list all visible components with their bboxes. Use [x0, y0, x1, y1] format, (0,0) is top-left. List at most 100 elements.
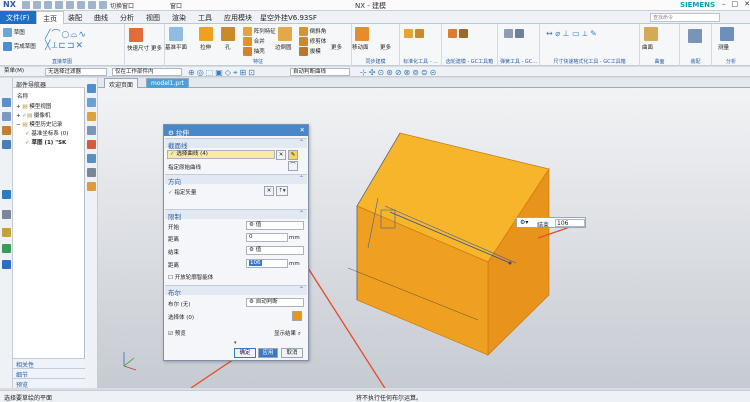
cut-icon[interactable]: [55, 1, 63, 9]
drag-handle[interactable]: [508, 261, 512, 265]
hole-button[interactable]: [221, 27, 235, 41]
view-orient-icon[interactable]: [87, 84, 96, 93]
tab-view[interactable]: 视图: [140, 11, 166, 24]
specify-vector-row[interactable]: ✓ 指定矢量: [168, 188, 196, 196]
roles-icon[interactable]: [2, 260, 11, 269]
section-section[interactable]: 截面线 ⌃: [165, 138, 307, 150]
tree-item-datum-csys[interactable]: ✓ 基准坐标系 (0): [25, 129, 68, 137]
section-limits[interactable]: 限制 ⌃: [165, 209, 307, 221]
touch-icon[interactable]: [99, 1, 107, 9]
color-icon[interactable]: [87, 182, 96, 191]
collapse-icon[interactable]: ⌃: [299, 286, 304, 293]
start-distance-input[interactable]: 0: [246, 233, 288, 242]
show-result-button[interactable]: 显示结果 ⌕: [274, 329, 301, 338]
part-navigator-icon[interactable]: [2, 98, 11, 107]
clip-icon[interactable]: [87, 140, 96, 149]
preview-checkbox[interactable]: ☑ 预览: [168, 329, 186, 337]
copy-icon[interactable]: [66, 1, 74, 9]
render-style-icon[interactable]: [87, 112, 96, 121]
column-header-name[interactable]: 名称: [17, 92, 28, 100]
apply-button[interactable]: 应用: [258, 348, 278, 358]
collapse-icon[interactable]: ⌃: [299, 175, 304, 182]
switch-window-button[interactable]: 切换窗口: [110, 1, 134, 10]
shell-button[interactable]: 抽壳: [243, 47, 265, 56]
trim-body-button[interactable]: 修剪体: [299, 37, 326, 46]
start-distance-unit[interactable]: mm: [289, 235, 300, 241]
assembly-icon[interactable]: [688, 29, 702, 43]
chamfer-button[interactable]: 倒斜角: [299, 27, 326, 36]
tree-item-model-views[interactable]: + ▤ 模型视图: [16, 102, 51, 110]
sketch-curve-tools[interactable]: ╱⌒○⌓∿: [45, 27, 87, 40]
close-icon[interactable]: ✕: [744, 0, 750, 8]
origin-curve-icon[interactable]: ⌒: [288, 161, 298, 171]
repeat-icon[interactable]: [88, 1, 96, 9]
dialog-close-icon[interactable]: ✕: [300, 126, 305, 134]
tree-item-cameras[interactable]: + ✓▤ 摄像机: [16, 111, 50, 119]
scope-select[interactable]: 仅在工作部件内: [112, 68, 182, 76]
section-direction[interactable]: 方向 ⌃: [165, 174, 307, 186]
save-icon[interactable]: [22, 1, 30, 9]
unite-button[interactable]: 合并: [243, 37, 265, 46]
dimension-format-tools[interactable]: ↔ ⌀ ⊥ ▭ ⟂ ✎: [546, 29, 597, 39]
tab-curve[interactable]: 曲线: [88, 11, 114, 24]
menu-button[interactable]: 菜单(M): [2, 68, 40, 76]
tab-applications[interactable]: 应用模块: [218, 11, 258, 24]
boolean-select[interactable]: ⚙ 自动判断: [246, 298, 304, 307]
sync-more-button[interactable]: 更多: [380, 43, 391, 51]
tab-model1[interactable]: model1.prt: [146, 78, 190, 88]
redo-icon[interactable]: [44, 1, 52, 9]
web-browser-icon[interactable]: [2, 190, 11, 199]
collapse-icon[interactable]: ⌃: [299, 210, 304, 217]
layer-icon[interactable]: [87, 168, 96, 177]
section-boolean[interactable]: 布尔 ⌃: [165, 285, 307, 297]
reuse-library-icon[interactable]: [2, 140, 11, 149]
tab-home[interactable]: 主页: [36, 11, 64, 24]
section-details[interactable]: 细节: [13, 368, 85, 379]
end-distance-unit[interactable]: mm: [289, 261, 300, 267]
select-curve-field[interactable]: ✓ 选择曲线 (4): [167, 150, 275, 159]
rapid-dimension-button[interactable]: [129, 28, 143, 42]
datum-plane-button[interactable]: [169, 27, 183, 41]
sketch-section-icon[interactable]: ✎: [288, 150, 298, 160]
type-filter-select[interactable]: 无选择过滤器: [45, 68, 107, 76]
surface-button[interactable]: [644, 27, 658, 41]
sketch-edit-tools[interactable]: ╳⟂⊏⊐✕: [45, 41, 84, 51]
standard-tools-icon[interactable]: [404, 29, 424, 38]
fit-icon[interactable]: [87, 98, 96, 107]
measure-button[interactable]: [720, 27, 734, 41]
tab-assembly[interactable]: 装配: [62, 11, 88, 24]
move-face-button[interactable]: [355, 27, 369, 41]
selection-tools[interactable]: ⊕◎⬚▣◇⌖⊞⊡: [188, 68, 257, 78]
snap-view-icon[interactable]: [87, 126, 96, 135]
section-preview[interactable]: 预览: [13, 378, 85, 389]
paste-icon[interactable]: [77, 1, 85, 9]
assembly-navigator-icon[interactable]: [2, 112, 11, 121]
ok-button[interactable]: 确定: [234, 348, 256, 358]
pattern-feature-button[interactable]: 阵列特征: [243, 27, 276, 36]
end-distance-input[interactable]: 106: [246, 259, 288, 268]
snap-point-tools[interactable]: ⊹✣⊙⊛⊘⊗⊚⊜⊝: [360, 68, 438, 77]
constraint-navigator-icon[interactable]: [2, 126, 11, 135]
open-profile-checkbox[interactable]: ☐ 开放轮廓智能体: [168, 273, 213, 281]
tab-tools[interactable]: 工具: [192, 11, 218, 24]
gear-tool-icon[interactable]: [448, 29, 468, 38]
finish-sketch-button[interactable]: 完成草图: [3, 42, 36, 51]
reverse-direction-icon[interactable]: ✕: [264, 186, 274, 196]
undo-icon[interactable]: [33, 1, 41, 9]
tab-analysis[interactable]: 分析: [114, 11, 140, 24]
more-options-icon[interactable]: ▾: [234, 340, 237, 346]
end-type-select[interactable]: ⚙ 值: [246, 246, 304, 255]
dimension-more-button[interactable]: 更多: [151, 44, 162, 52]
tab-file[interactable]: 文件(F): [0, 11, 36, 24]
feature-more-button[interactable]: 更多: [331, 43, 342, 51]
tree-item-sketch[interactable]: ✓ 草图 (1) "SK: [25, 138, 66, 146]
window-menu-button[interactable]: 窗口: [170, 1, 182, 10]
history-icon[interactable]: [2, 210, 11, 219]
select-body-icon[interactable]: [292, 311, 302, 321]
hide-icon[interactable]: [87, 154, 96, 163]
sketch-button[interactable]: 草图: [3, 28, 25, 37]
maximize-icon[interactable]: □: [732, 0, 739, 8]
extrude-button[interactable]: [199, 27, 213, 41]
tree-item-model-history[interactable]: − ▤ 模型历史记录: [16, 120, 62, 128]
edge-blend-button[interactable]: [278, 27, 292, 41]
